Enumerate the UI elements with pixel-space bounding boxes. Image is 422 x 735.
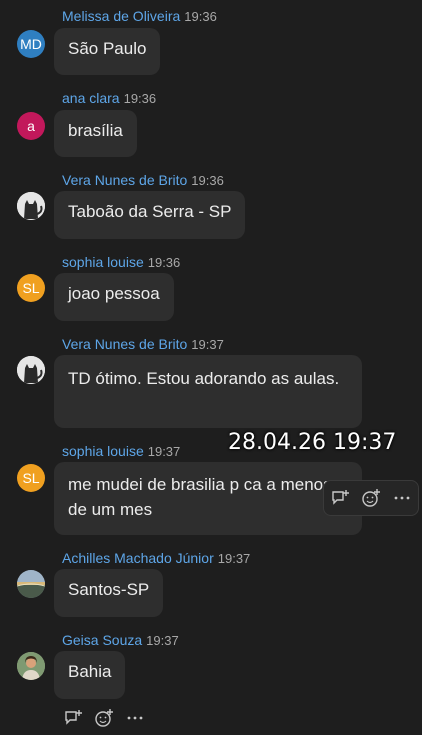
sender-name[interactable]: sophia louise [62,443,144,459]
message-time: 19:37 [217,551,251,566]
message-meta: Geisa Souza 19:37 [62,632,179,648]
sender-name[interactable]: sophia louise [62,254,144,270]
message-time: 19:37 [146,633,179,648]
cat-avatar-icon [17,356,45,384]
message-meta: sophia louise 19:36 [62,254,180,270]
sender-name[interactable]: Achilles Machado Júnior [62,550,214,566]
message-bubble[interactable]: joao pessoa [54,273,174,321]
message-bubble[interactable]: São Paulo [54,28,161,75]
avatar[interactable] [17,192,45,220]
message-bubble[interactable]: brasília [54,110,137,157]
sender-name[interactable]: Melissa de Oliveira [62,8,180,24]
message-bubble[interactable]: Taboão da Serra - SP [54,191,246,239]
message-meta: Vera Nunes de Brito 19:37 [62,336,224,352]
emoji-add-icon[interactable] [93,707,115,729]
more-dots-icon[interactable] [391,487,413,509]
sender-name[interactable]: ana clara [62,90,120,106]
message-time: 19:36 [191,173,224,188]
person-avatar-icon [17,652,45,680]
message-time: 19:36 [184,9,217,24]
sender-name[interactable]: Geisa Souza [62,632,142,648]
message-bubble[interactable]: Bahia [54,651,126,699]
message-meta: Vera Nunes de Brito 19:36 [62,172,224,188]
avatar[interactable]: a [17,112,45,140]
message-text: Taboão da Serra - SP [68,202,232,221]
message-meta: Melissa de Oliveira 19:36 [62,8,217,24]
message-time: 19:36 [123,91,157,106]
avatar[interactable]: MD [17,30,45,58]
avatar[interactable] [17,652,45,680]
message-meta: ana clara 19:36 [62,90,156,106]
avatar[interactable]: SL [17,464,45,492]
avatar-initials: SL [22,280,40,296]
landscape-avatar-icon [17,570,45,598]
sender-name[interactable]: Vera Nunes de Brito [62,336,187,352]
message-meta: Achilles Machado Júnior 19:37 [62,550,250,566]
overlay-timestamp: 28.04.26 19:37 [228,430,397,455]
message-bubble[interactable]: me mudei de brasilia p ca a menos de um … [54,462,362,535]
sender-name[interactable]: Vera Nunes de Brito [62,172,187,188]
emoji-add-icon[interactable] [360,487,382,509]
message-text: Bahia [68,662,112,681]
reply-plus-icon[interactable] [62,707,84,729]
avatar[interactable] [17,570,45,598]
message-actions [62,706,146,730]
message-text: Santos-SP [68,580,150,599]
avatar-initials: MD [20,36,42,52]
avatar-initials: a [27,118,35,134]
message-text: TD ótimo. Estou adorando as aulas. [68,369,340,388]
message-text: brasília [68,121,123,140]
message-bubble[interactable]: TD ótimo. Estou adorando as aulas. [54,355,362,428]
message-text: joao pessoa [68,284,160,303]
message-time: 19:36 [147,255,181,270]
message-bubble[interactable]: Santos-SP [54,569,164,617]
avatar[interactable] [17,356,45,384]
message-text: me mudei de brasilia p ca a menos de um … [68,475,332,519]
more-dots-icon[interactable] [124,707,146,729]
message-time: 19:37 [191,337,224,352]
cat-avatar-icon [17,192,45,220]
message-time: 19:37 [147,444,181,459]
message-hover-actions [323,480,419,516]
message-meta: sophia louise 19:37 [62,443,180,459]
avatar-initials: SL [22,470,40,486]
avatar[interactable]: SL [17,274,45,302]
reply-plus-icon[interactable] [329,487,351,509]
message-text: São Paulo [68,39,147,58]
